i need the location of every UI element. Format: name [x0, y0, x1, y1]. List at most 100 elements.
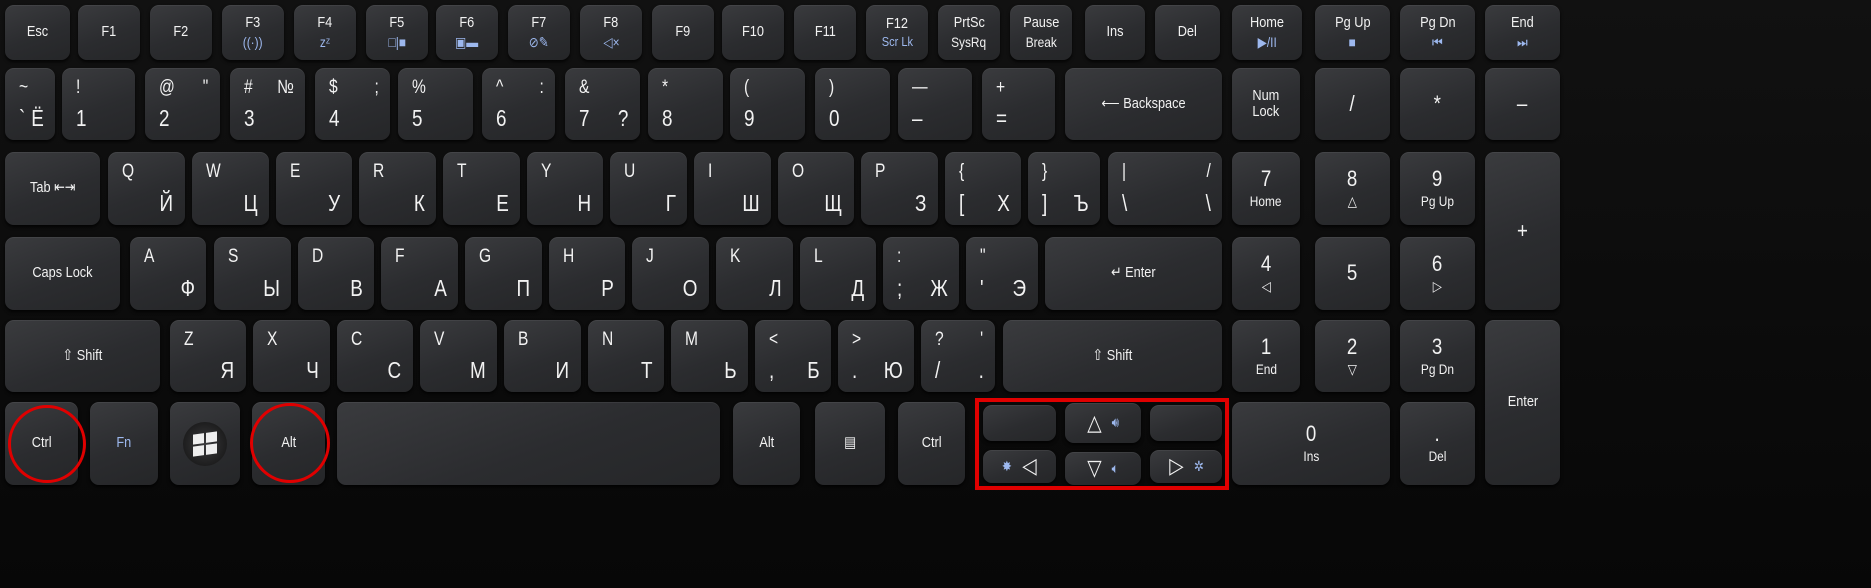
key-symbol[interactable]: @ " 2	[145, 68, 220, 140]
key-symbol[interactable]: }] Ъ	[1028, 152, 1100, 225]
key-v[interactable]: VМ	[420, 320, 497, 392]
key-symbol[interactable]: ? ' /.	[921, 320, 995, 392]
context-menu-key[interactable]: ▤	[815, 402, 885, 485]
key-end[interactable]: End ⏭	[1485, 5, 1560, 60]
key-enter[interactable]: Enter	[1485, 320, 1560, 485]
key-ins[interactable]: Ins	[1085, 5, 1145, 60]
key-1[interactable]: 1 End	[1232, 320, 1300, 392]
key-symbol[interactable]: % 5	[398, 68, 473, 140]
key-home[interactable]: Home ▶/II	[1232, 5, 1302, 60]
key-o[interactable]: OЩ	[778, 152, 854, 225]
key-esc[interactable]: Esc	[5, 5, 70, 60]
key-symbol[interactable]: ! 1	[62, 68, 135, 140]
key-symbol[interactable]: * 8	[648, 68, 723, 140]
key-f9[interactable]: F9	[652, 5, 714, 60]
key-t[interactable]: TЕ	[443, 152, 520, 225]
key-f[interactable]: FА	[381, 237, 458, 310]
key-blank[interactable]	[337, 402, 720, 485]
key-pg-dn[interactable]: Pg Dn ⏮	[1400, 5, 1475, 60]
windows-logo-key[interactable]	[170, 402, 240, 485]
key-fn[interactable]: Fn	[90, 402, 158, 485]
key-pause[interactable]: Pause Break	[1010, 5, 1072, 60]
key-f6[interactable]: F6 ▣▬	[436, 5, 498, 60]
key-h[interactable]: HР	[549, 237, 625, 310]
key-backspace[interactable]: ⟵ Backspace	[1065, 68, 1222, 140]
key-m[interactable]: MЬ	[671, 320, 748, 392]
key-a[interactable]: AФ	[130, 237, 206, 310]
key-shift[interactable]: ⇧ Shift	[1003, 320, 1222, 392]
key-f7[interactable]: F7 ⊘✎	[508, 5, 570, 60]
key-5[interactable]: 5	[1315, 237, 1390, 310]
key-f5[interactable]: F5 □|■	[366, 5, 428, 60]
key-z[interactable]: ZЯ	[170, 320, 246, 392]
key-symbol[interactable]: (9	[730, 68, 805, 140]
key-symbol[interactable]: ) 0	[815, 68, 890, 140]
key-r[interactable]: RК	[359, 152, 436, 225]
key-6[interactable]: 6 ▷	[1400, 237, 1475, 310]
key-n[interactable]: NТ	[588, 320, 664, 392]
key-symbol[interactable]: $; 4	[315, 68, 390, 140]
key-y[interactable]: YН	[527, 152, 603, 225]
key-b[interactable]: BИ	[504, 320, 581, 392]
key-e[interactable]: EУ	[276, 152, 352, 225]
key-symbol[interactable]: | / \ \	[1108, 152, 1222, 225]
key-4[interactable]: 4 ◁	[1232, 237, 1300, 310]
key-symbol[interactable]: . Del	[1400, 402, 1475, 485]
key-del[interactable]: Del	[1155, 5, 1220, 60]
key-2[interactable]: 2 ▽	[1315, 320, 1390, 392]
key-enter[interactable]: ↵ Enter	[1045, 237, 1222, 310]
key-0[interactable]: 0 Ins	[1232, 402, 1390, 485]
key-symbol[interactable]: >. Ю	[838, 320, 914, 392]
key-symbol[interactable]: {[Х	[945, 152, 1021, 225]
key-label-bl: 2	[159, 105, 170, 131]
key-g[interactable]: GП	[465, 237, 542, 310]
key-f4[interactable]: F4 zᶻ	[294, 5, 356, 60]
key-symbol[interactable]: ~ ` Ё	[5, 68, 55, 140]
key-symbol[interactable]: ^: 6	[482, 68, 555, 140]
key-tab[interactable]: Tab ⇤⇥	[5, 152, 100, 225]
key-symbol[interactable]: # № 3	[230, 68, 305, 140]
key-9[interactable]: 9 Pg Up	[1400, 152, 1475, 225]
key-8[interactable]: 8 △	[1315, 152, 1390, 225]
key-p[interactable]: PЗ	[861, 152, 938, 225]
key-prtsc[interactable]: PrtSc SysRq	[938, 5, 1000, 60]
key-f11[interactable]: F11	[794, 5, 856, 60]
key-k[interactable]: KЛ	[716, 237, 793, 310]
key-f1[interactable]: F1	[78, 5, 140, 60]
key-caps-lock[interactable]: Caps Lock	[5, 237, 120, 310]
key-symbol[interactable]: –	[1485, 68, 1560, 140]
key-f10[interactable]: F10	[722, 5, 784, 60]
key-shift[interactable]: ⇧ Shift	[5, 320, 160, 392]
key-symbol[interactable]: & 7?	[565, 68, 640, 140]
key-q[interactable]: QЙ	[108, 152, 185, 225]
key-alt[interactable]: Alt	[733, 402, 800, 485]
key-f8[interactable]: F8 ◁×	[580, 5, 642, 60]
key-j[interactable]: JО	[632, 237, 709, 310]
key-symbol[interactable]: :; Ж	[883, 237, 959, 310]
key-c[interactable]: CС	[337, 320, 413, 392]
key-f2[interactable]: F2	[150, 5, 212, 60]
key-symbol[interactable]: + =	[982, 68, 1055, 140]
key-pg-up[interactable]: Pg Up ■	[1315, 5, 1390, 60]
key-symbol[interactable]: " ' Э	[966, 237, 1038, 310]
key-symbol[interactable]: — –	[898, 68, 972, 140]
key-7[interactable]: 7 Home	[1232, 152, 1300, 225]
key-l[interactable]: LД	[800, 237, 876, 310]
key-f3[interactable]: F3 ((·))	[222, 5, 284, 60]
key-u[interactable]: UГ	[610, 152, 687, 225]
key-s[interactable]: SЫ	[214, 237, 291, 310]
key-x[interactable]: XЧ	[253, 320, 330, 392]
key-ctrl[interactable]: Ctrl	[898, 402, 965, 485]
key-label-group: 8 △	[1315, 152, 1390, 225]
key-i[interactable]: IШ	[694, 152, 771, 225]
key-symbol[interactable]: <, Б	[755, 320, 831, 392]
key-label-group: Ins	[1085, 5, 1145, 60]
key-symbol[interactable]: /	[1315, 68, 1390, 140]
key-symbol[interactable]: +	[1485, 152, 1560, 310]
key-f12[interactable]: F12 Scr Lk	[866, 5, 928, 60]
key-d[interactable]: DВ	[298, 237, 374, 310]
key-num-lock[interactable]: Num Lock	[1232, 68, 1300, 140]
key-symbol[interactable]: *	[1400, 68, 1475, 140]
key-w[interactable]: WЦ	[192, 152, 269, 225]
key-3[interactable]: 3 Pg Dn	[1400, 320, 1475, 392]
